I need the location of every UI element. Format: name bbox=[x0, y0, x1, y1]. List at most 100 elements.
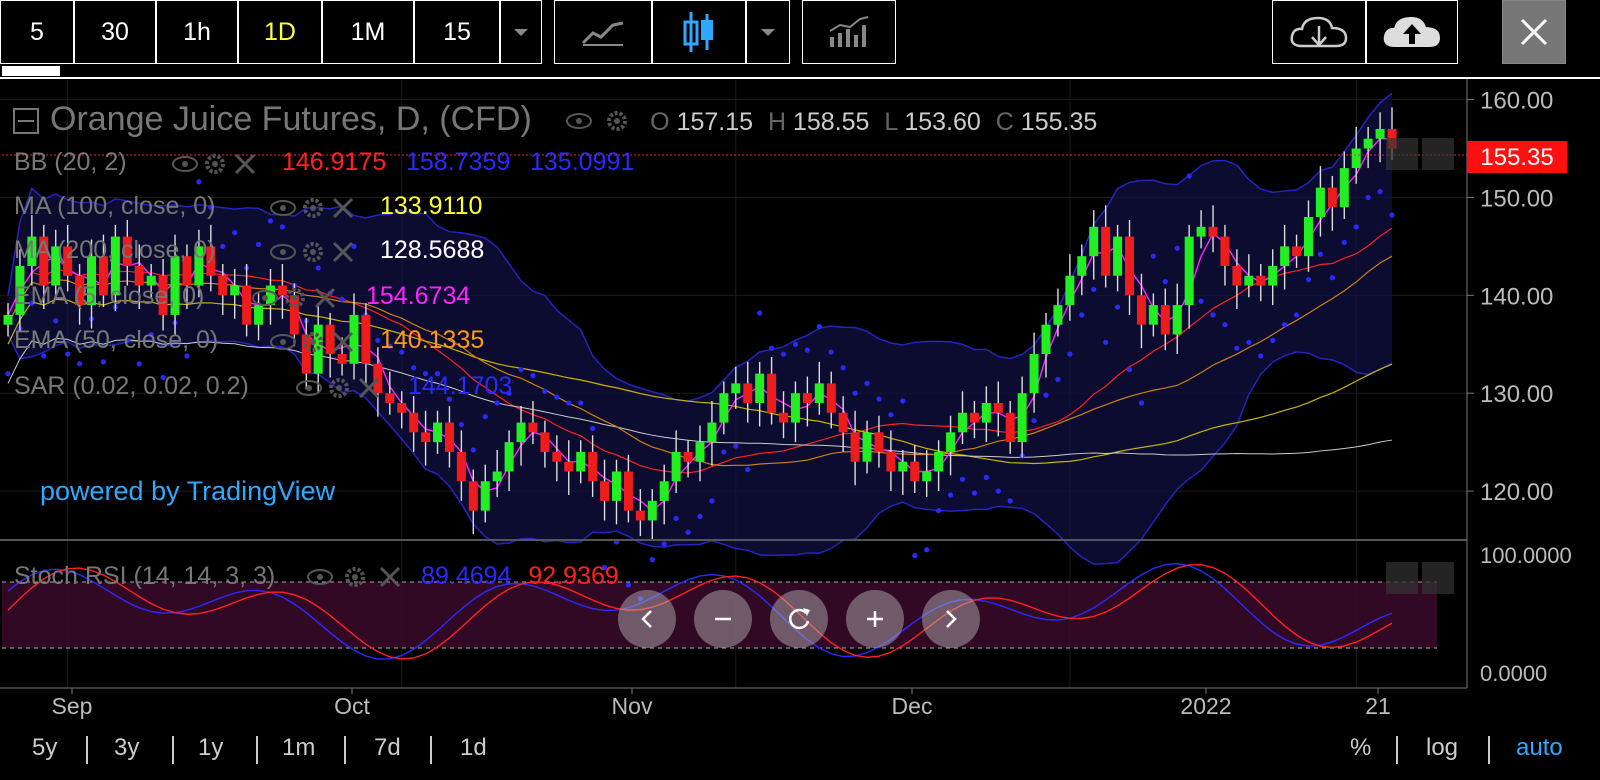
interval-15[interactable]: 15 bbox=[414, 0, 500, 64]
chart-type-dropdown-button[interactable] bbox=[746, 0, 790, 64]
indicator-gear-icon[interactable] bbox=[298, 328, 328, 356]
range-5y[interactable]: 5y bbox=[32, 716, 57, 780]
cloud-upload-icon bbox=[1383, 16, 1441, 47]
scroll-right-button[interactable] bbox=[922, 590, 980, 648]
chart-type-dropdown-icon bbox=[761, 29, 775, 36]
svg-text:155.35: 155.35 bbox=[1480, 144, 1553, 171]
stoch-remove-icon[interactable] bbox=[376, 563, 404, 591]
scale-auto[interactable]: auto bbox=[1516, 716, 1563, 780]
indicator-controls bbox=[294, 374, 384, 409]
chevron-left-icon bbox=[641, 610, 652, 628]
zoom-in-button[interactable] bbox=[846, 590, 904, 648]
indicator-gear-icon[interactable] bbox=[298, 238, 328, 266]
indicator-remove-icon[interactable] bbox=[328, 238, 358, 266]
indicator-eye-icon[interactable] bbox=[170, 150, 200, 178]
price-tick-label: 150.00 bbox=[1480, 185, 1553, 212]
indicator-label: MA (200, close, 0) bbox=[14, 236, 216, 264]
collapse-icon[interactable] bbox=[12, 107, 40, 135]
stoch-tick-label: 0.0000 bbox=[1480, 661, 1547, 686]
range-1d[interactable]: 1d bbox=[460, 716, 487, 780]
indicator-label: SAR (0.02, 0.02, 0.2) bbox=[14, 372, 249, 400]
indicator-eye-icon[interactable] bbox=[268, 194, 298, 222]
interval-1h[interactable]: 1h bbox=[156, 0, 238, 64]
line-chart-icon bbox=[581, 21, 624, 46]
stoch-label: Stoch RSI (14, 14, 3, 3) bbox=[14, 562, 276, 590]
gear-icon[interactable] bbox=[603, 107, 631, 135]
reset-button[interactable] bbox=[770, 590, 828, 648]
high-label: H bbox=[767, 108, 787, 136]
indicator-gear-icon[interactable] bbox=[298, 194, 328, 222]
chevron-right-icon bbox=[946, 610, 957, 628]
interval-dropdown-button[interactable] bbox=[500, 0, 542, 64]
interval-5[interactable]: 5 bbox=[0, 0, 74, 64]
range-1m[interactable]: 1m bbox=[282, 716, 315, 780]
range-7d[interactable]: 7d bbox=[374, 716, 401, 780]
indicator-gear-icon[interactable] bbox=[200, 150, 230, 178]
indicator-controls bbox=[250, 284, 340, 319]
price-tick-label: 130.00 bbox=[1480, 381, 1553, 408]
last-price-tag: 155.35 bbox=[1467, 141, 1567, 173]
time-axis[interactable]: Sep Oct Nov Dec 2022 21 bbox=[52, 688, 1391, 719]
zoom-out-button[interactable] bbox=[694, 590, 752, 648]
indicator-label: EMA (50, close, 0) bbox=[14, 326, 219, 354]
stoch-gear-icon[interactable] bbox=[341, 563, 369, 591]
indicator-remove-icon[interactable] bbox=[310, 284, 340, 312]
range-separator bbox=[256, 736, 258, 764]
scale-separator bbox=[1488, 736, 1490, 764]
candle-chart-button[interactable] bbox=[652, 0, 746, 64]
watermark[interactable]: powered by TradingView bbox=[40, 476, 335, 507]
range-3y[interactable]: 3y bbox=[114, 716, 139, 780]
indicator-value: 144.1703 bbox=[408, 372, 513, 400]
indicator-value: 140.1335 bbox=[380, 326, 485, 354]
scale-log[interactable]: log bbox=[1426, 716, 1458, 780]
close-button[interactable] bbox=[1502, 0, 1566, 64]
indicator-gear-icon[interactable] bbox=[280, 284, 310, 312]
interval-30[interactable]: 30 bbox=[74, 0, 156, 64]
interval-1m[interactable]: 1M bbox=[322, 0, 414, 64]
high-value: 158.55 bbox=[793, 108, 870, 136]
indicator-value: 146.9175 bbox=[282, 148, 387, 176]
indicator-gear-icon[interactable] bbox=[324, 374, 354, 402]
indicator-remove-icon[interactable] bbox=[328, 328, 358, 356]
line-chart-button[interactable] bbox=[554, 0, 652, 64]
indicator-controls bbox=[170, 150, 260, 185]
eye-icon[interactable] bbox=[565, 107, 593, 135]
indicators-button[interactable] bbox=[802, 0, 896, 64]
indicator-remove-icon[interactable] bbox=[328, 194, 358, 222]
upload-button[interactable] bbox=[1366, 0, 1458, 64]
symbol-title: Orange Juice Futures, D, (CFD) bbox=[50, 100, 532, 138]
indicator-eye-icon[interactable] bbox=[250, 284, 280, 312]
close-value: 155.35 bbox=[1020, 108, 1098, 136]
stoch-axis: 100.0000 0.0000 bbox=[1480, 543, 1572, 686]
indicator-value: 154.6734 bbox=[366, 282, 471, 310]
low-label: L bbox=[884, 108, 898, 136]
scale-separator bbox=[1396, 736, 1398, 764]
indicator-value: 158.7359 bbox=[406, 148, 511, 176]
indicator-eye-icon[interactable] bbox=[294, 374, 324, 402]
close-label: C bbox=[995, 108, 1014, 136]
indicator-remove-icon[interactable] bbox=[354, 374, 384, 402]
download-button[interactable] bbox=[1272, 0, 1366, 64]
indicator-value: 135.0991 bbox=[530, 148, 635, 176]
minus-icon bbox=[715, 617, 731, 621]
open-label: O bbox=[650, 108, 670, 136]
indicators-icon bbox=[829, 16, 869, 47]
scroll-left-button[interactable] bbox=[618, 590, 676, 648]
stoch-eye-icon[interactable] bbox=[306, 563, 334, 591]
indicator-eye-icon[interactable] bbox=[268, 328, 298, 356]
scale-percent[interactable]: % bbox=[1350, 716, 1371, 780]
close-icon bbox=[1520, 18, 1548, 46]
indicator-value: 128.5688 bbox=[380, 236, 485, 264]
range-1y[interactable]: 1y bbox=[198, 716, 223, 780]
symbol-legend: Orange Juice Futures, D, (CFD) O 157.15 … bbox=[12, 100, 1097, 139]
cloud-download-icon bbox=[1290, 16, 1348, 48]
indicator-eye-icon[interactable] bbox=[268, 238, 298, 266]
indicator-label: EMA (5, close, 0) bbox=[14, 282, 205, 310]
pane-arrows[interactable] bbox=[1386, 138, 1454, 594]
interval-1d[interactable]: 1D bbox=[238, 0, 322, 64]
range-bar: 5y 3y 1y 1m 7d 1d % log auto bbox=[0, 716, 1600, 780]
price-tick-label: 160.00 bbox=[1480, 88, 1553, 115]
price-tick-label: 120.00 bbox=[1480, 479, 1553, 506]
indicator-remove-icon[interactable] bbox=[230, 150, 260, 178]
low-value: 153.60 bbox=[904, 108, 981, 136]
